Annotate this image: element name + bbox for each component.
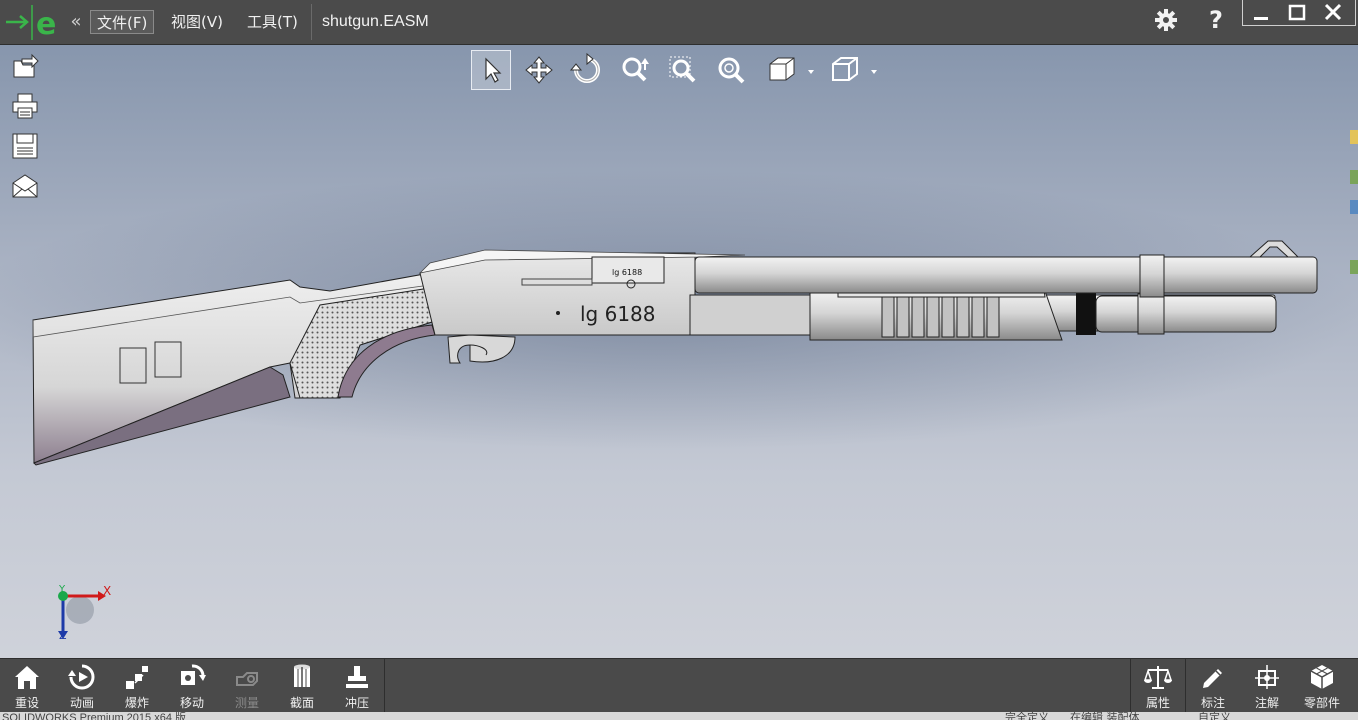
axis-x-label: X: [103, 584, 111, 598]
explode-button[interactable]: 爆炸: [110, 659, 164, 713]
section-icon: [294, 664, 310, 687]
components-button[interactable]: 零部件: [1295, 659, 1349, 713]
move-icon: [181, 664, 206, 685]
status-item-editing: 在编辑 装配体: [1070, 712, 1140, 720]
annotation-button[interactable]: 注解: [1240, 659, 1294, 713]
collapse-panel-button[interactable]: «: [68, 10, 84, 34]
stamp-label: 冲压: [344, 696, 369, 710]
status-bar: SOLIDWORKS Premium 2015 x64 版 完全定义 在编辑 装…: [0, 712, 1358, 720]
status-item-custom: 自定义: [1198, 712, 1231, 720]
shotgun-model[interactable]: lg 6188 lg 6188 X Y Z: [0, 45, 1358, 658]
right-edge-panel: [1348, 110, 1358, 340]
markup-label: 标注: [1200, 696, 1225, 710]
section-label: 截面: [289, 696, 314, 710]
model-small-engraving: lg 6188: [612, 268, 642, 277]
menu-view[interactable]: 视图(V): [165, 10, 229, 34]
explode-label: 爆炸: [124, 696, 149, 710]
animate-icon: [68, 664, 95, 690]
model-viewport[interactable]: lg 6188 lg 6188 X Y Z: [0, 45, 1358, 658]
axis-triad: X Y Z: [58, 584, 111, 642]
stamp-icon: [346, 666, 368, 688]
model-engraving: lg 6188: [580, 302, 656, 326]
status-product: SOLIDWORKS Premium 2015 x64 版: [2, 712, 187, 720]
document-title: shutgun.EASM: [322, 13, 429, 30]
properties-button[interactable]: 属性: [1131, 659, 1185, 713]
status-item-defined: 完全定义: [1005, 712, 1049, 720]
move-label: 移动: [179, 696, 204, 710]
close-button[interactable]: [1316, 0, 1350, 26]
edrawings-logo[interactable]: e: [0, 0, 64, 44]
move-button[interactable]: 移动: [165, 659, 219, 713]
stamp-button[interactable]: 冲压: [330, 659, 384, 713]
measure-button[interactable]: 测量: [220, 659, 274, 713]
balance-scale-icon: [1144, 666, 1172, 689]
reset-label: 重设: [14, 696, 39, 710]
bottom-toolbar: 重设 动画 爆炸 移动 测量 截面 冲压 属性 标注 注解 零部件: [0, 658, 1358, 713]
axis-y-label: Y: [58, 584, 66, 595]
measure-label: 测量: [234, 696, 259, 710]
menu-file[interactable]: 文件(F): [90, 10, 155, 34]
maximize-button[interactable]: [1280, 0, 1314, 26]
components-label: 零部件: [1303, 696, 1340, 710]
title-separator: [311, 4, 312, 40]
animate-button[interactable]: 动画: [55, 659, 109, 713]
pencil-icon: [1203, 669, 1222, 688]
minimize-button[interactable]: [1244, 0, 1278, 26]
reset-button[interactable]: 重设: [0, 659, 54, 713]
animate-label: 动画: [69, 696, 94, 710]
explode-icon: [126, 666, 148, 689]
home-icon: [15, 666, 39, 689]
section-button[interactable]: 截面: [275, 659, 329, 713]
title-bar: e « 文件(F) 视图(V) 工具(T) shutgun.EASM ?: [0, 0, 1358, 45]
maximize-icon: [1288, 4, 1306, 21]
menu-tools[interactable]: 工具(T): [241, 10, 304, 34]
close-icon: [1324, 3, 1342, 21]
settings-button[interactable]: [1150, 4, 1182, 36]
annotation-label: 注解: [1254, 696, 1279, 710]
markup-button[interactable]: 标注: [1186, 659, 1240, 713]
measure-icon: [236, 672, 258, 686]
help-button[interactable]: ?: [1200, 4, 1232, 36]
gear-icon: [1155, 9, 1177, 31]
properties-label: 属性: [1145, 696, 1170, 710]
axis-z-label: Z: [59, 629, 67, 642]
components-cube-icon: [1310, 665, 1334, 689]
minimize-icon: [1254, 17, 1268, 20]
svg-text:e: e: [36, 7, 56, 42]
toolbar-separator: [384, 659, 385, 713]
annotation-icon: [1255, 665, 1279, 689]
